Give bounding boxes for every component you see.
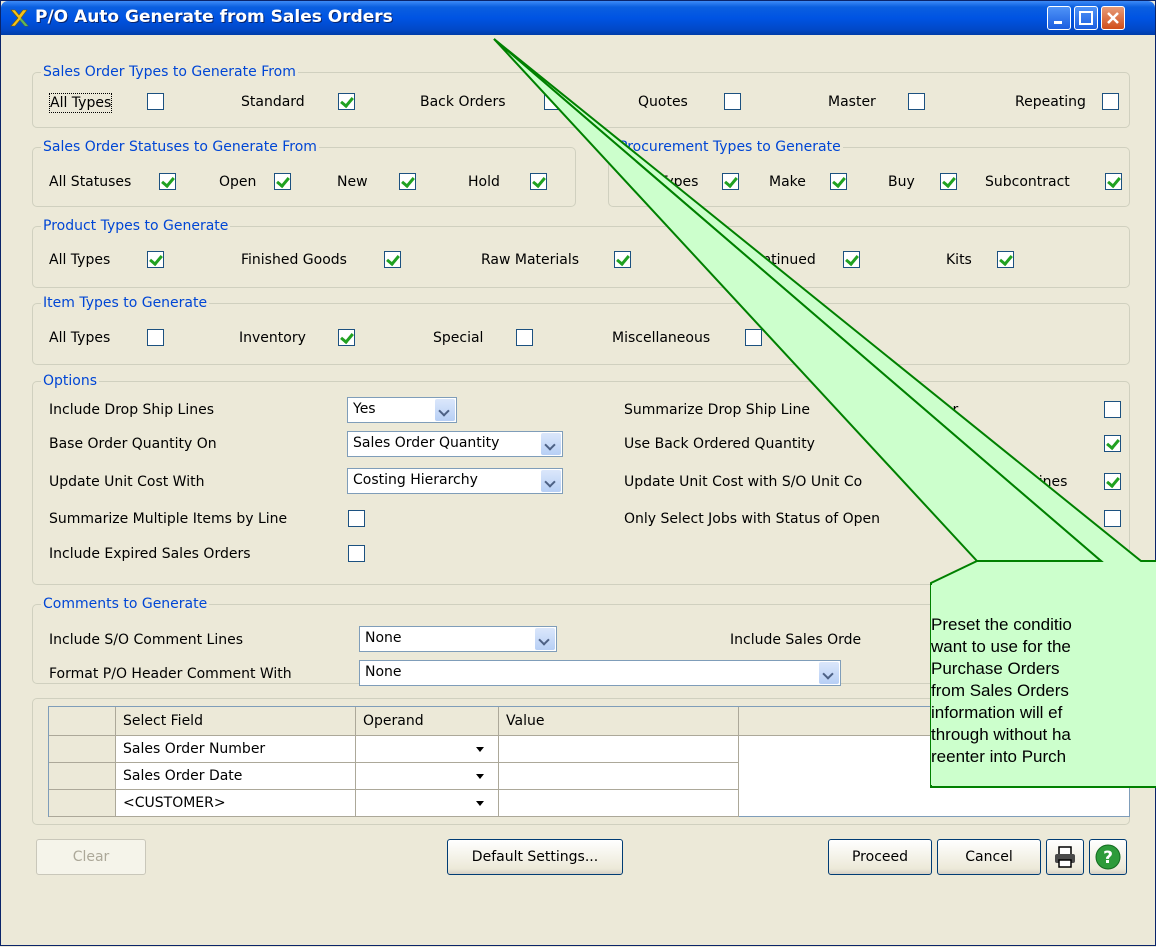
callout-text: Preset the conditio want to use for the … (931, 615, 1072, 766)
callout-balloon (493, 38, 1156, 788)
dialog-window: P/O Auto Generate from Sales Orders Sale… (0, 0, 1156, 946)
